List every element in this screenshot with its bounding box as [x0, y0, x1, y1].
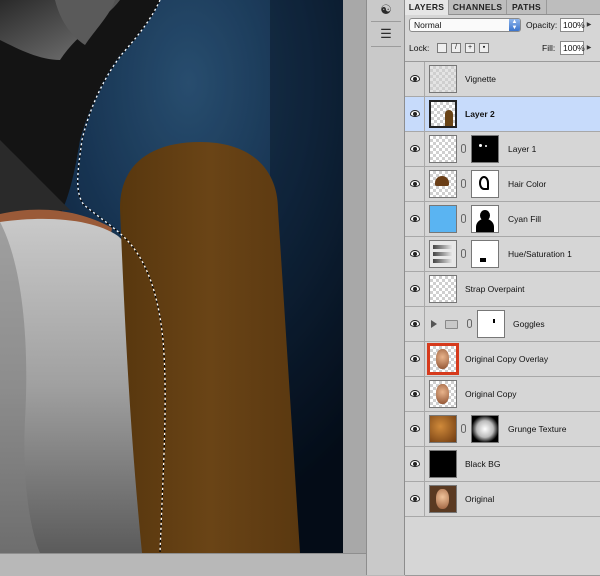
eye-icon[interactable]: [410, 145, 420, 152]
layers-panel: LAYERS CHANNELS PATHS Normal ▲ ▼ Opacity:…: [405, 0, 600, 575]
adjustment-thumbnail[interactable]: [429, 240, 457, 268]
eye-icon[interactable]: [410, 180, 420, 187]
brush-presets-icon[interactable]: ☯: [375, 0, 397, 20]
link-icon[interactable]: [461, 424, 466, 433]
layer-name: Hair Color: [508, 179, 547, 189]
folder-icon: [445, 320, 458, 329]
layer-row[interactable]: Original Copy Overlay: [405, 342, 600, 377]
tab-channels[interactable]: CHANNELS: [449, 0, 507, 14]
layer-row[interactable]: Original Copy: [405, 377, 600, 412]
eye-icon[interactable]: [410, 285, 420, 292]
layer-row[interactable]: Hue/Saturation 1: [405, 237, 600, 272]
link-icon[interactable]: [461, 249, 466, 258]
opacity-input[interactable]: 100%: [560, 18, 585, 32]
layer-row[interactable]: Cyan Fill: [405, 202, 600, 237]
lock-all-icon[interactable]: ▪: [479, 43, 489, 53]
layer-thumbnail: [429, 380, 457, 408]
eye-icon[interactable]: [410, 215, 420, 222]
blend-row: Normal ▲ ▼ Opacity: 100% ▶: [405, 15, 600, 37]
link-icon[interactable]: [461, 144, 466, 153]
lock-row: Lock: / + ▪ Fill: 100% ▶: [405, 38, 600, 62]
layer-mask-thumbnail[interactable]: [477, 310, 505, 338]
layer-mask-thumbnail[interactable]: [471, 135, 499, 163]
layer-name: Strap Overpaint: [465, 284, 525, 294]
layer-mask-thumbnail[interactable]: [471, 415, 499, 443]
clone-source-icon[interactable]: ☰: [375, 24, 397, 44]
layer-thumbnail: [427, 343, 459, 375]
document-canvas[interactable]: [0, 0, 343, 553]
layer-thumbnail: [429, 485, 457, 513]
layer-thumbnail: [429, 275, 457, 303]
layer-row-selected[interactable]: Layer 2: [405, 97, 600, 132]
layer-mask-thumbnail[interactable]: [471, 205, 499, 233]
layer-thumbnail: [429, 135, 457, 163]
layer-mask-thumbnail[interactable]: [471, 170, 499, 198]
expand-triangle-icon[interactable]: [431, 320, 437, 328]
lock-position-icon[interactable]: +: [465, 43, 475, 53]
lock-image-pixels-icon[interactable]: /: [451, 43, 461, 53]
eye-icon[interactable]: [410, 75, 420, 82]
eye-icon[interactable]: [410, 425, 420, 432]
layer-thumbnail: [429, 170, 457, 198]
layer-name: Hue/Saturation 1: [508, 249, 572, 259]
eye-icon[interactable]: [410, 355, 420, 362]
layer-name: Black BG: [465, 459, 501, 469]
eye-icon[interactable]: [410, 110, 420, 117]
eye-icon[interactable]: [410, 390, 420, 397]
panel-dock: ☯ ☰: [366, 0, 405, 575]
fill-arrow-icon[interactable]: ▶: [585, 41, 593, 55]
layer-name: Vignette: [465, 74, 497, 84]
layer-name: Grunge Texture: [508, 424, 567, 434]
eye-icon[interactable]: [410, 460, 420, 467]
layer-row[interactable]: Layer 1: [405, 132, 600, 167]
chevron-updown-icon: ▲ ▼: [509, 19, 520, 31]
layer-thumbnail: [429, 415, 457, 443]
layer-row[interactable]: Strap Overpaint: [405, 272, 600, 307]
blend-mode-select[interactable]: Normal ▲ ▼: [409, 18, 521, 32]
canvas-artwork: [0, 0, 343, 553]
lock-label: Lock:: [409, 43, 430, 53]
lock-transparent-pixels-icon[interactable]: [437, 43, 447, 53]
layer-row[interactable]: Grunge Texture: [405, 412, 600, 447]
link-icon[interactable]: [461, 214, 466, 223]
layer-row[interactable]: Hair Color: [405, 167, 600, 202]
tab-paths[interactable]: PATHS: [507, 0, 547, 14]
brown-paint-mark: [445, 110, 453, 126]
eye-icon[interactable]: [410, 495, 420, 502]
layer-name: Goggles: [513, 319, 545, 329]
layer-group-row[interactable]: Goggles: [405, 307, 600, 342]
fill-input[interactable]: 100%: [560, 41, 585, 55]
canvas-gutter: [343, 0, 366, 553]
fill-color-swatch[interactable]: [429, 205, 457, 233]
layer-name: Layer 1: [508, 144, 537, 154]
status-bar: [0, 553, 405, 576]
layer-row[interactable]: Black BG: [405, 447, 600, 482]
layer-mask-thumbnail[interactable]: [471, 240, 499, 268]
opacity-label: Opacity:: [526, 20, 558, 30]
eye-icon[interactable]: [410, 320, 420, 327]
layer-name: Original Copy Overlay: [465, 354, 549, 364]
link-icon[interactable]: [461, 179, 466, 188]
eye-icon[interactable]: [410, 250, 420, 257]
layer-name: Cyan Fill: [508, 214, 542, 224]
layer-row[interactable]: Vignette: [405, 62, 600, 97]
panel-tabs: LAYERS CHANNELS PATHS: [405, 0, 600, 15]
layer-thumbnail: [429, 100, 457, 128]
tab-layers[interactable]: LAYERS: [405, 0, 449, 15]
layer-name: Original Copy: [465, 389, 517, 399]
opacity-arrow-icon[interactable]: ▶: [585, 18, 593, 32]
blend-mode-value: Normal: [414, 20, 442, 30]
layer-thumbnail: [429, 65, 457, 93]
layer-thumbnail: [429, 450, 457, 478]
layer-name: Original: [465, 494, 495, 504]
link-icon[interactable]: [467, 319, 472, 328]
layer-name: Layer 2: [465, 109, 495, 119]
fill-label: Fill:: [542, 43, 556, 53]
panel-footer: [405, 520, 600, 575]
layer-row[interactable]: Original: [405, 482, 600, 517]
